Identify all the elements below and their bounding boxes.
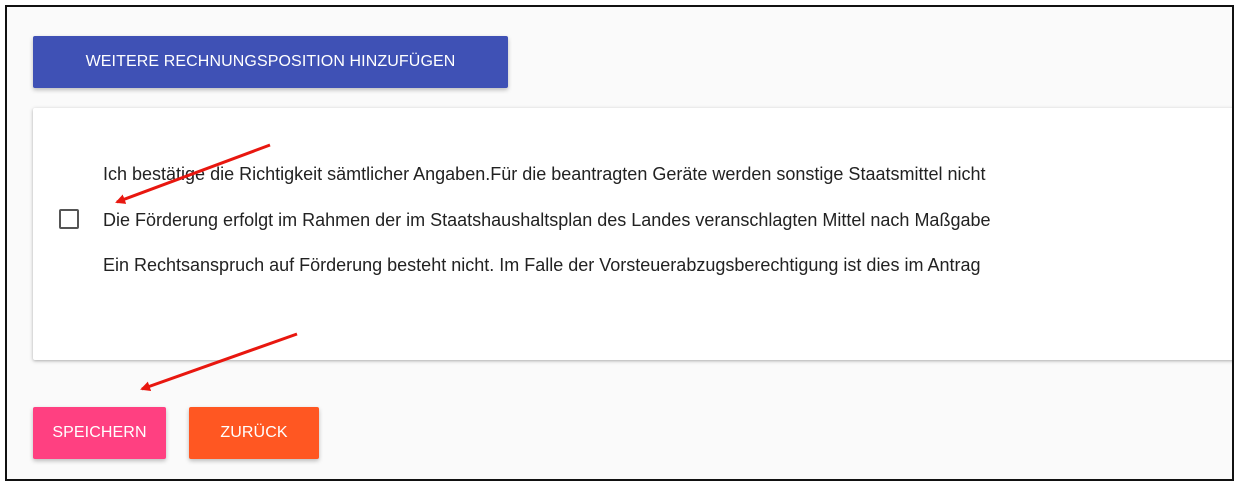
add-invoice-position-button[interactable]: WEITERE RECHNUNGSPOSITION HINZUFÜGEN <box>33 36 508 88</box>
confirmation-text-line-3: Ein Rechtsanspruch auf Förderung besteht… <box>103 255 981 275</box>
back-button[interactable]: ZURÜCK <box>189 407 319 459</box>
save-button[interactable]: SPEICHERN <box>33 407 166 459</box>
confirmation-checkbox[interactable] <box>59 209 79 229</box>
confirmation-card: Ich bestätige die Richtigkeit sämtlicher… <box>33 108 1232 360</box>
confirmation-text-line-2: Die Förderung erfolgt im Rahmen der im S… <box>103 210 991 230</box>
screenshot-frame: WEITERE RECHNUNGSPOSITION HINZUFÜGEN Ich… <box>5 5 1234 481</box>
confirmation-text-line-1: Ich bestätige die Richtigkeit sämtlicher… <box>103 164 986 184</box>
